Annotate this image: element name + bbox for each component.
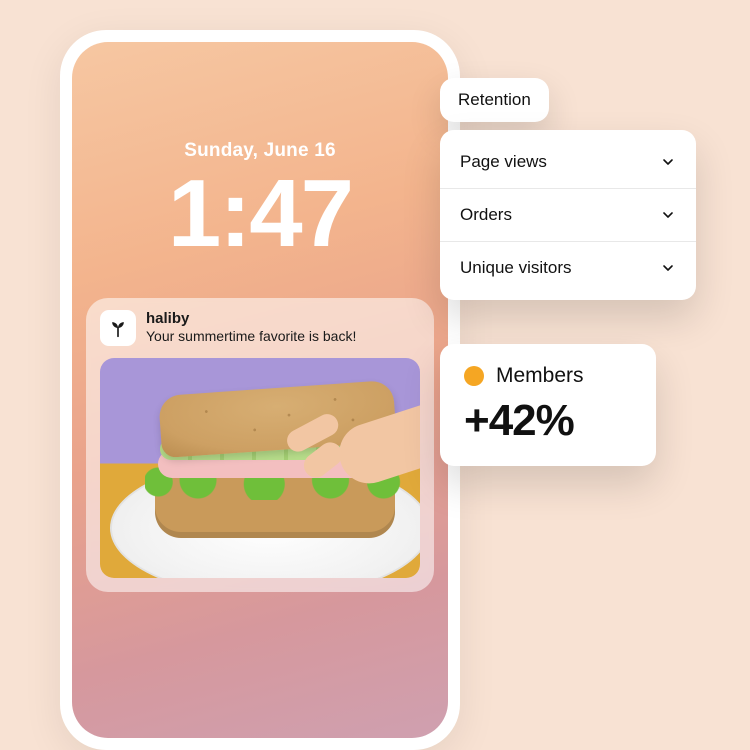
lockscreen-time: 1:47 [72, 166, 448, 262]
members-card[interactable]: Members +42% [440, 344, 656, 466]
metric-row-page-views[interactable]: Page views [440, 136, 696, 189]
notification-card[interactable]: haliby Your summertime favorite is back! [86, 298, 434, 592]
status-dot [464, 366, 484, 386]
metrics-panel: Page views Orders Unique visitors [440, 130, 696, 300]
sprout-icon [100, 310, 136, 346]
notification-message: Your summertime favorite is back! [146, 328, 420, 344]
notification-app-name: haliby [146, 310, 420, 327]
metric-label: Unique visitors [460, 258, 572, 278]
phone-screen: Sunday, June 16 1:47 haliby Your summert… [72, 42, 448, 738]
retention-chip[interactable]: Retention [440, 78, 549, 122]
members-header: Members [464, 364, 632, 388]
members-delta: +42% [464, 396, 632, 446]
notification-image [100, 358, 420, 578]
metric-label: Page views [460, 152, 547, 172]
metric-label: Orders [460, 205, 512, 225]
metric-row-unique-visitors[interactable]: Unique visitors [440, 242, 696, 294]
lockscreen-date: Sunday, June 16 [72, 140, 448, 162]
chevron-down-icon [660, 260, 676, 276]
notification-texts: haliby Your summertime favorite is back! [146, 310, 420, 344]
metric-row-orders[interactable]: Orders [440, 189, 696, 242]
notification-header: haliby Your summertime favorite is back! [100, 310, 420, 346]
members-label: Members [496, 364, 584, 388]
chevron-down-icon [660, 154, 676, 170]
retention-label: Retention [458, 90, 531, 109]
chevron-down-icon [660, 207, 676, 223]
phone-frame: Sunday, June 16 1:47 haliby Your summert… [60, 30, 460, 750]
